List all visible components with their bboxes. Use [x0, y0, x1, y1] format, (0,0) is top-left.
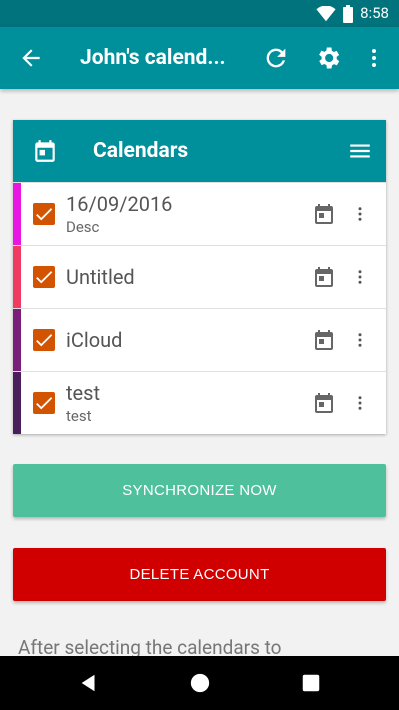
- calendar-name: Untitled: [66, 265, 135, 289]
- checkmark-icon: [36, 271, 53, 284]
- calendar-color-stripe: [13, 183, 21, 245]
- calendar-description: Desc: [66, 218, 100, 236]
- more-vert-icon[interactable]: [351, 202, 369, 226]
- more-vert-icon[interactable]: [362, 44, 386, 72]
- calendar-icon[interactable]: [312, 391, 336, 415]
- checkmark-icon: [36, 208, 53, 221]
- navigation-bar: [0, 656, 399, 710]
- calendar-checkbox[interactable]: [33, 203, 55, 225]
- calendar-description: test: [66, 407, 92, 425]
- checkmark-icon: [36, 397, 53, 410]
- status-icons: 8:58: [316, 4, 389, 23]
- battery-icon: [343, 4, 354, 23]
- more-vert-icon[interactable]: [351, 265, 369, 289]
- calendar-color-stripe: [13, 309, 21, 371]
- calendars-card-header: Calendars: [13, 120, 386, 182]
- wifi-icon: [316, 5, 336, 21]
- status-bar: 8:58: [0, 0, 399, 27]
- calendar-row[interactable]: 16/09/2016 Desc: [13, 182, 386, 245]
- refresh-icon[interactable]: [262, 44, 290, 72]
- calendar-checkbox[interactable]: [33, 329, 55, 351]
- calendar-row[interactable]: Untitled: [13, 245, 386, 308]
- nav-back-icon[interactable]: [78, 672, 100, 694]
- calendar-icon[interactable]: [312, 202, 336, 226]
- calendar-name: test: [66, 381, 101, 405]
- checkmark-icon: [36, 334, 53, 347]
- calendar-checkbox[interactable]: [33, 266, 55, 288]
- calendar-row[interactable]: iCloud: [13, 308, 386, 371]
- nav-home-icon[interactable]: [189, 672, 211, 694]
- calendar-icon: [35, 140, 55, 162]
- calendar-icon[interactable]: [312, 328, 336, 352]
- settings-gear-icon[interactable]: [314, 44, 342, 72]
- calendar-icon[interactable]: [312, 265, 336, 289]
- calendar-name: 16/09/2016: [66, 192, 173, 216]
- delete-account-button[interactable]: DELETE ACCOUNT: [13, 548, 386, 601]
- calendars-card: Calendars 16/09/2016 Desc Untitled iClou…: [13, 120, 386, 434]
- synchronize-now-button[interactable]: SYNCHRONIZE NOW: [13, 464, 386, 517]
- nav-recents-icon[interactable]: [300, 672, 322, 694]
- calendar-color-stripe: [13, 246, 21, 308]
- card-title: Calendars: [93, 139, 189, 163]
- calendar-color-stripe: [13, 372, 21, 434]
- calendar-checkbox[interactable]: [33, 392, 55, 414]
- back-arrow-icon[interactable]: [18, 45, 44, 71]
- page-title: John's calend...: [80, 46, 226, 70]
- more-vert-icon[interactable]: [351, 391, 369, 415]
- calendar-row[interactable]: test test: [13, 371, 386, 434]
- app-bar: John's calend...: [0, 27, 399, 89]
- more-vert-icon[interactable]: [351, 328, 369, 352]
- status-time: 8:58: [360, 4, 389, 22]
- calendar-name: iCloud: [66, 328, 123, 352]
- menu-icon[interactable]: [347, 138, 373, 164]
